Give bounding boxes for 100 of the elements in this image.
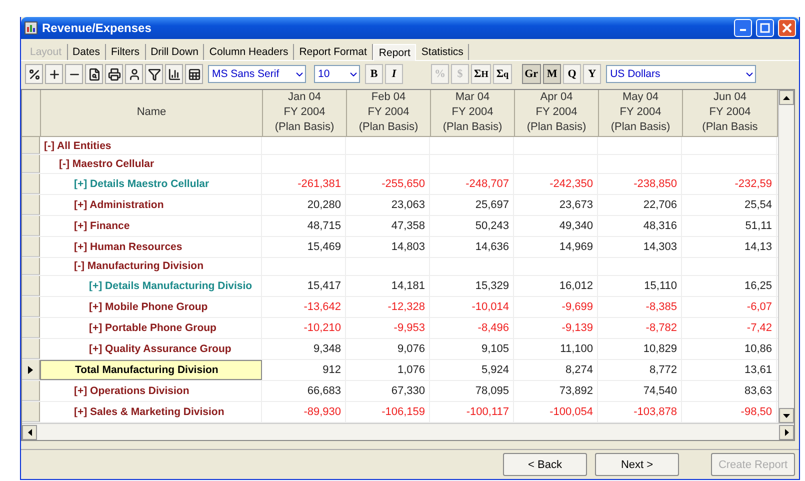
table-cell: 8,274	[514, 360, 598, 380]
wizard-button[interactable]: < Back	[503, 453, 587, 476]
right-arrow-icon	[784, 428, 788, 436]
wizard-button[interactable]: Next >	[595, 453, 679, 476]
table-cell: 50,243	[430, 216, 514, 236]
table-cell: -238,850	[598, 174, 682, 194]
percent-icon[interactable]	[25, 64, 43, 84]
table-cell: -89,930	[262, 402, 346, 422]
row-header[interactable]	[22, 360, 40, 380]
table-cell: 51,11	[682, 216, 777, 236]
table-cell: 14,636	[430, 236, 514, 257]
remove-icon[interactable]	[65, 64, 83, 84]
spreadsheet-icon[interactable]	[185, 64, 203, 84]
font-dropdown[interactable]: MS Sans Serif	[208, 65, 306, 83]
format-button[interactable]: B	[365, 64, 383, 84]
table-cell: 14,13	[682, 236, 777, 257]
period-button[interactable]: M	[543, 64, 562, 84]
tab[interactable]: Statistics	[416, 44, 470, 60]
table-cell: -9,699	[514, 297, 598, 317]
table-cell: 74,540	[598, 381, 682, 401]
tab[interactable]: Drill Down	[146, 44, 204, 60]
table-cell: 78,095	[430, 381, 514, 401]
printer-icon[interactable]	[105, 64, 123, 84]
table-cell: 67,330	[346, 381, 430, 401]
tab[interactable]: Dates	[68, 44, 106, 60]
table-cell: 9,076	[346, 339, 430, 359]
table-cell: -9,139	[514, 318, 598, 338]
table-cell: 73,892	[514, 381, 598, 401]
horizontal-scrollbar[interactable]	[22, 423, 794, 440]
column-header[interactable]: Apr 04 FY 2004 (Plan Basis)	[515, 90, 599, 136]
table-cell: 49,340	[514, 216, 598, 236]
table-cell: -13,642	[262, 297, 346, 317]
period-button[interactable]: Y	[583, 64, 602, 84]
table-cell: -103,878	[598, 402, 682, 422]
chart-icon[interactable]	[165, 64, 183, 84]
column-header[interactable]: Feb 04 FY 2004 (Plan Basis)	[347, 90, 431, 136]
app-icon	[24, 21, 38, 35]
table-cell: 8,772	[598, 360, 682, 380]
table-cell: 9,348	[262, 339, 346, 359]
table-cell: 10,86	[682, 339, 777, 359]
table-cell: -8,496	[430, 318, 514, 338]
table-cell: 15,110	[598, 276, 682, 296]
table-cell: -248,707	[430, 174, 514, 194]
table-cell: -10,014	[430, 297, 514, 317]
add-icon[interactable]	[45, 64, 63, 84]
column-header[interactable]: Mar 04 FY 2004 (Plan Basis)	[431, 90, 515, 136]
table-cell: 14,969	[514, 236, 598, 257]
column-header[interactable]: May 04 FY 2004 (Plan Basis)	[599, 90, 683, 136]
table-cell: -232,59	[682, 174, 777, 194]
format-button[interactable]: I	[385, 64, 403, 84]
table-cell: -255,650	[346, 174, 430, 194]
user-icon[interactable]	[125, 64, 143, 84]
filter-icon[interactable]	[145, 64, 163, 84]
window-title: Revenue/Expenses	[42, 21, 152, 35]
tab[interactable]: Report	[372, 44, 416, 61]
table-cell: 16,25	[682, 276, 777, 296]
table-cell: -100,054	[514, 402, 598, 422]
minimize-button[interactable]	[734, 19, 752, 37]
row-name[interactable]: Total Manufacturing Division	[40, 360, 262, 380]
column-header[interactable]: Name	[41, 90, 263, 136]
row-pointer-icon	[28, 366, 33, 374]
table-cell: -7,42	[682, 318, 777, 338]
size-dropdown[interactable]: 10	[314, 65, 360, 83]
table-cell: 47,358	[346, 216, 430, 236]
table-cell: -10,210	[262, 318, 346, 338]
table-cell: 5,924	[430, 360, 514, 380]
up-arrow-icon	[783, 96, 790, 100]
table-cell: -106,159	[346, 402, 430, 422]
maximize-icon	[760, 23, 770, 33]
table-cell: 15,469	[262, 236, 346, 257]
tab[interactable]: Column Headers	[204, 44, 294, 60]
table-cell: 23,673	[514, 194, 598, 215]
table-cell: -98,50	[682, 402, 777, 422]
table-cell: 48,715	[262, 216, 346, 236]
table-cell: -8,782	[598, 318, 682, 338]
table-cell: 14,803	[346, 236, 430, 257]
table-cell: 66,683	[262, 381, 346, 401]
print-preview-icon[interactable]	[85, 64, 103, 84]
period-button[interactable]: Q	[563, 64, 582, 84]
vertical-scrollbar[interactable]	[778, 90, 794, 423]
table-cell: 9,105	[430, 339, 514, 359]
tab[interactable]: Filters	[106, 44, 146, 60]
table-cell: 14,181	[346, 276, 430, 296]
table-cell: 83,63	[682, 381, 777, 401]
table-cell: 10,829	[598, 339, 682, 359]
maximize-button[interactable]	[756, 19, 774, 37]
table-cell: 15,417	[262, 276, 346, 296]
period-button[interactable]: Gr	[522, 64, 542, 84]
table-cell: 1,076	[346, 360, 430, 380]
table-cell: -8,385	[598, 297, 682, 317]
close-button[interactable]	[778, 19, 796, 37]
table-cell: 22,706	[598, 194, 682, 215]
column-header[interactable]: Jan 04 FY 2004 (Plan Basis)	[263, 90, 347, 136]
table-cell: 11,100	[514, 339, 598, 359]
table-cell: 912	[262, 360, 346, 380]
table-cell: 16,012	[514, 276, 598, 296]
down-arrow-icon	[783, 414, 790, 418]
currency-dropdown[interactable]: US Dollars	[606, 65, 756, 83]
table-cell: 20,280	[262, 194, 346, 215]
table-cell: -6,07	[682, 297, 777, 317]
